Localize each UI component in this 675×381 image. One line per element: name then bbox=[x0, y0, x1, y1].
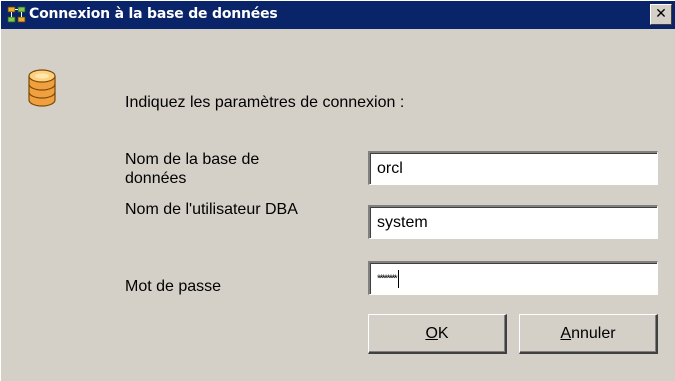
text-caret bbox=[398, 270, 400, 288]
title-bar[interactable]: Connexion à la base de données ✕ bbox=[1, 1, 675, 29]
db-name-label: Nom de la base de données bbox=[125, 151, 260, 187]
close-icon: ✕ bbox=[655, 6, 667, 22]
dba-user-input[interactable] bbox=[368, 205, 658, 239]
ok-button[interactable]: OK bbox=[368, 314, 507, 354]
window-title: Connexion à la base de données bbox=[29, 6, 278, 22]
password-label: Mot de passe bbox=[125, 278, 222, 295]
dba-user-label: Nom de l'utilisateur DBA bbox=[125, 201, 298, 218]
cancel-label: nnuler bbox=[571, 325, 616, 342]
database-tree-icon bbox=[7, 6, 26, 23]
password-input[interactable]: ******** bbox=[368, 261, 658, 295]
cancel-button[interactable]: Annuler bbox=[519, 314, 658, 354]
connection-dialog: Connexion à la base de données ✕ Indique… bbox=[0, 0, 675, 381]
ok-mnemonic: O bbox=[425, 325, 438, 342]
ok-label: K bbox=[437, 325, 449, 342]
close-button[interactable]: ✕ bbox=[650, 4, 672, 25]
cancel-mnemonic: A bbox=[560, 325, 572, 342]
database-icon bbox=[28, 69, 56, 107]
db-name-input[interactable] bbox=[368, 151, 658, 185]
password-masked-value: ******** bbox=[377, 270, 400, 288]
instructions-text: Indiquez les paramètres de connexion : bbox=[125, 94, 405, 111]
